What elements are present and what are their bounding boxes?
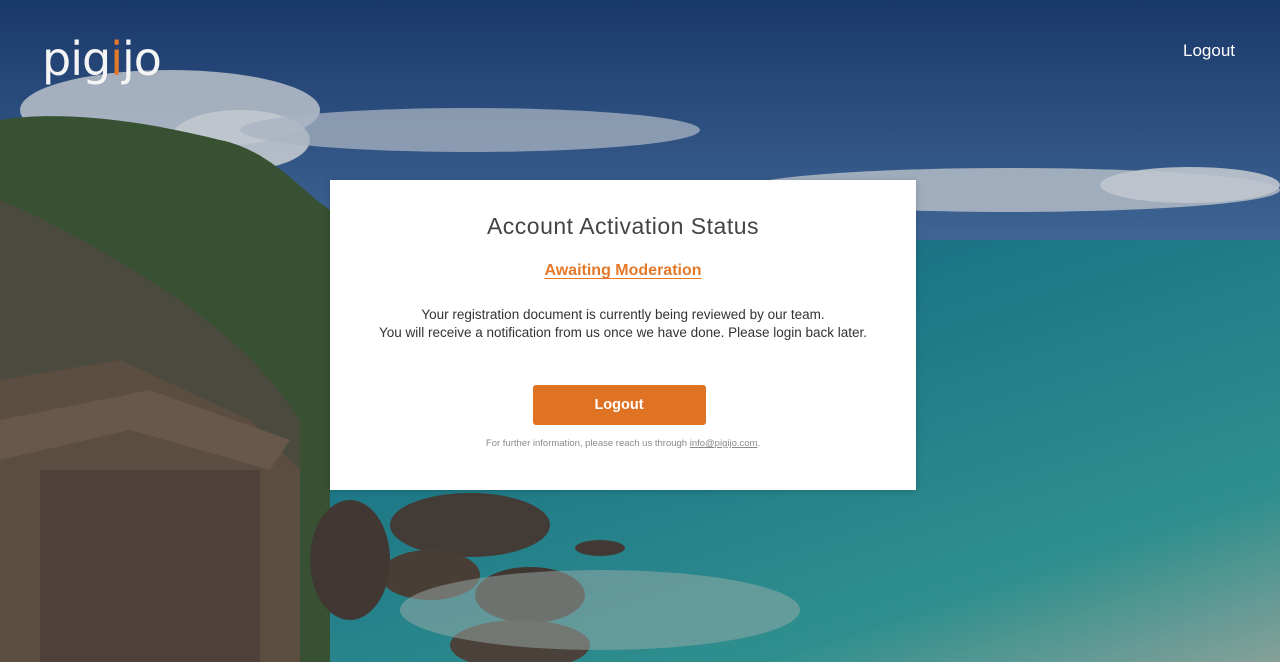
logo-text-post: jo <box>121 32 162 86</box>
header-logout-link[interactable]: Logout <box>1183 41 1235 61</box>
status-link[interactable]: Awaiting Moderation <box>544 262 701 280</box>
card-title: Account Activation Status <box>486 213 760 239</box>
logo-wordmark: pigijo <box>42 36 162 82</box>
footer-text: For further information, please reach us… <box>485 438 690 449</box>
logo-text-pre: pig <box>42 32 111 86</box>
message-line-1: Your registration document is currently … <box>421 307 825 322</box>
page: pigijo Logout Account Activation Status … <box>0 0 1280 662</box>
message-line-2: You will receive a notification from us … <box>378 325 868 340</box>
footer-note: For further information, please reach us… <box>330 438 916 449</box>
activation-status-card: Account Activation Status Awaiting Moder… <box>330 180 916 490</box>
pigijo-logo[interactable]: pigijo <box>42 22 162 82</box>
logout-button[interactable]: Logout <box>532 385 706 425</box>
footer-end: . <box>757 438 761 449</box>
contact-email-link[interactable]: info@pigijo.com <box>690 438 758 449</box>
logo-text-accent: i <box>110 32 123 86</box>
status-message: Your registration document is currently … <box>330 306 916 342</box>
